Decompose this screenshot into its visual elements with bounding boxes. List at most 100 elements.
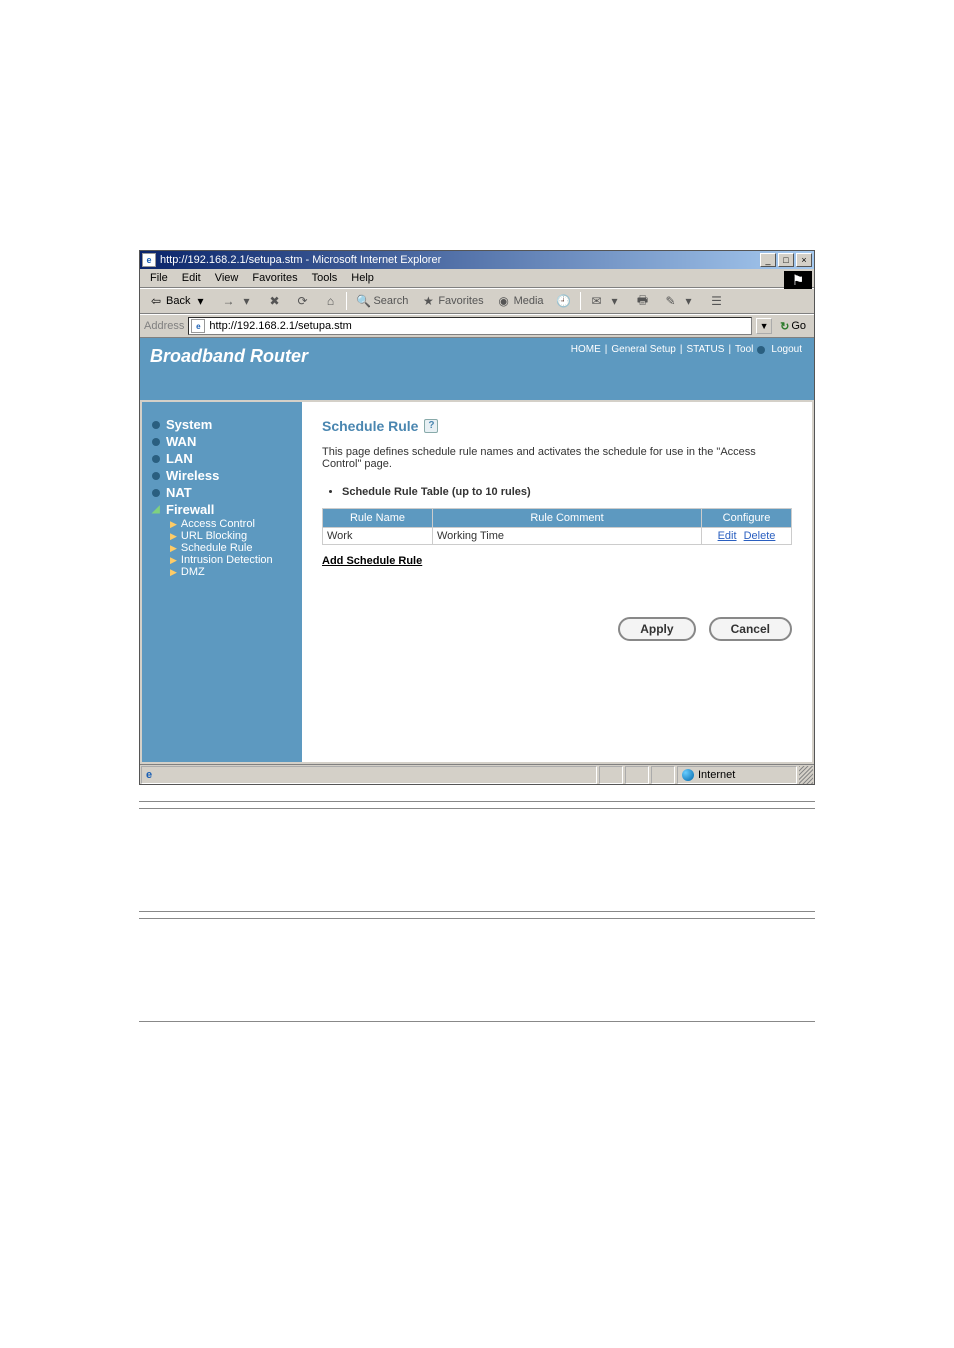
address-bar: Address e ▼ ↻Go <box>140 314 814 338</box>
cell-rule-name: Work <box>323 528 433 545</box>
history-button[interactable]: 🕘 <box>552 291 576 311</box>
cell-configure: Edit Delete <box>702 528 792 545</box>
sidebar-sub-intrusion-detection[interactable]: ▶Intrusion Detection <box>170 554 302 566</box>
bullet-icon <box>152 489 160 497</box>
divider <box>139 911 815 912</box>
cancel-button[interactable]: Cancel <box>709 617 792 641</box>
address-dropdown[interactable]: ▼ <box>756 318 772 334</box>
back-button[interactable]: ⇦Back▾ <box>144 291 212 311</box>
menu-file[interactable]: File <box>144 271 174 285</box>
menu-edit[interactable]: Edit <box>176 271 207 285</box>
discuss-icon: ☰ <box>709 293 725 309</box>
print-button[interactable]: 🖶 <box>631 291 655 311</box>
ie-page-icon: e <box>142 253 156 267</box>
menubar: File Edit View Favorites Tools Help <box>140 269 814 288</box>
refresh-button[interactable]: ⟳ <box>290 291 314 311</box>
search-button[interactable]: 🔍Search <box>351 291 412 311</box>
schedule-rule-table: Rule Name Rule Comment Configure Work Wo… <box>322 508 792 545</box>
stop-icon: ✖ <box>266 293 282 309</box>
edit-link[interactable]: Edit <box>718 530 737 542</box>
delete-link[interactable]: Delete <box>744 530 776 542</box>
separator <box>346 292 347 310</box>
media-button[interactable]: ◉Media <box>492 291 548 311</box>
close-button[interactable]: × <box>796 253 812 267</box>
discuss-button[interactable]: ☰ <box>705 291 729 311</box>
maximize-button[interactable]: □ <box>778 253 794 267</box>
dropdown-icon: ▾ <box>607 293 623 309</box>
separator <box>580 292 581 310</box>
favorites-button[interactable]: ★Favorites <box>416 291 487 311</box>
sidebar-sub-access-control[interactable]: ▶Access Control <box>170 518 302 530</box>
nav-status[interactable]: STATUS <box>686 344 724 355</box>
go-button[interactable]: ↻Go <box>776 320 810 333</box>
menu-help[interactable]: Help <box>345 271 380 285</box>
menu-view[interactable]: View <box>209 271 245 285</box>
status-message: e <box>141 766 597 784</box>
menu-favorites[interactable]: Favorites <box>246 271 303 285</box>
back-icon: ⇦ <box>148 293 164 309</box>
help-icon[interactable]: ? <box>424 419 438 433</box>
panel-description: This page defines schedule rule names an… <box>322 446 782 470</box>
sidebar-item-nat[interactable]: NAT <box>152 484 302 501</box>
edit-icon: ✎ <box>663 293 679 309</box>
print-icon: 🖶 <box>635 293 651 309</box>
panel-title: Schedule Rule ? <box>322 418 438 434</box>
col-configure: Configure <box>702 509 792 528</box>
bullet-icon <box>152 472 160 480</box>
arrow-icon: ◢ <box>152 506 160 514</box>
edit-button[interactable]: ✎▾ <box>659 291 701 311</box>
tri-icon: ▶ <box>170 555 177 566</box>
history-icon: 🕘 <box>556 293 572 309</box>
sidebar-sub-dmz[interactable]: ▶DMZ <box>170 566 302 578</box>
forward-button[interactable]: →▾ <box>216 291 258 311</box>
nav-general-setup[interactable]: General Setup <box>611 344 676 355</box>
favicon-icon: e <box>191 319 205 333</box>
status-cell <box>625 766 649 784</box>
nav-home[interactable]: HOME <box>571 344 601 355</box>
status-cell <box>651 766 675 784</box>
apply-button[interactable]: Apply <box>618 617 695 641</box>
bullet-icon <box>152 455 160 463</box>
home-button[interactable]: ⌂ <box>318 291 342 311</box>
mail-button[interactable]: ✉▾ <box>585 291 627 311</box>
divider <box>139 801 815 802</box>
window-titlebar: e http://192.168.2.1/setupa.stm - Micros… <box>140 251 814 269</box>
tri-icon: ▶ <box>170 567 177 578</box>
bullet-icon <box>152 438 160 446</box>
sidebar-item-wan[interactable]: WAN <box>152 433 302 450</box>
nav-logout[interactable]: Logout <box>771 344 802 355</box>
divider <box>139 918 815 919</box>
sidebar-item-wireless[interactable]: Wireless <box>152 467 302 484</box>
dropdown-icon: ▾ <box>238 293 254 309</box>
address-input[interactable] <box>209 320 749 332</box>
divider <box>139 1021 815 1022</box>
sidebar-sub-schedule-rule[interactable]: ▶Schedule Rule <box>170 542 302 554</box>
favorites-icon: ★ <box>420 293 436 309</box>
add-schedule-rule-link[interactable]: Add Schedule Rule <box>322 555 422 567</box>
sidebar: System WAN LAN Wireless NAT ◢Firewall ▶A… <box>142 402 302 762</box>
ie-page-icon: e <box>146 769 152 781</box>
col-rule-comment: Rule Comment <box>433 509 702 528</box>
status-bar: e Internet <box>140 764 814 784</box>
minimize-button[interactable]: _ <box>760 253 776 267</box>
cell-rule-comment: Working Time <box>433 528 702 545</box>
resize-grip[interactable] <box>799 766 813 784</box>
sidebar-item-lan[interactable]: LAN <box>152 450 302 467</box>
stop-button[interactable]: ✖ <box>262 291 286 311</box>
logout-dot-icon <box>757 346 765 354</box>
security-zone: Internet <box>677 766 797 784</box>
window-title: http://192.168.2.1/setupa.stm - Microsof… <box>160 254 760 266</box>
mail-icon: ✉ <box>589 293 605 309</box>
tri-icon: ▶ <box>170 519 177 530</box>
tri-icon: ▶ <box>170 531 177 542</box>
table-caption: Schedule Rule Table (up to 10 rules) <box>342 486 792 498</box>
divider <box>139 808 815 809</box>
status-cell <box>599 766 623 784</box>
address-input-container[interactable]: e <box>188 317 752 335</box>
nav-tool[interactable]: Tool <box>735 344 753 355</box>
sidebar-item-system[interactable]: System <box>152 416 302 433</box>
home-icon: ⌂ <box>322 293 338 309</box>
sidebar-sub-url-blocking[interactable]: ▶URL Blocking <box>170 530 302 542</box>
sidebar-item-firewall[interactable]: ◢Firewall <box>152 501 302 518</box>
menu-tools[interactable]: Tools <box>306 271 344 285</box>
